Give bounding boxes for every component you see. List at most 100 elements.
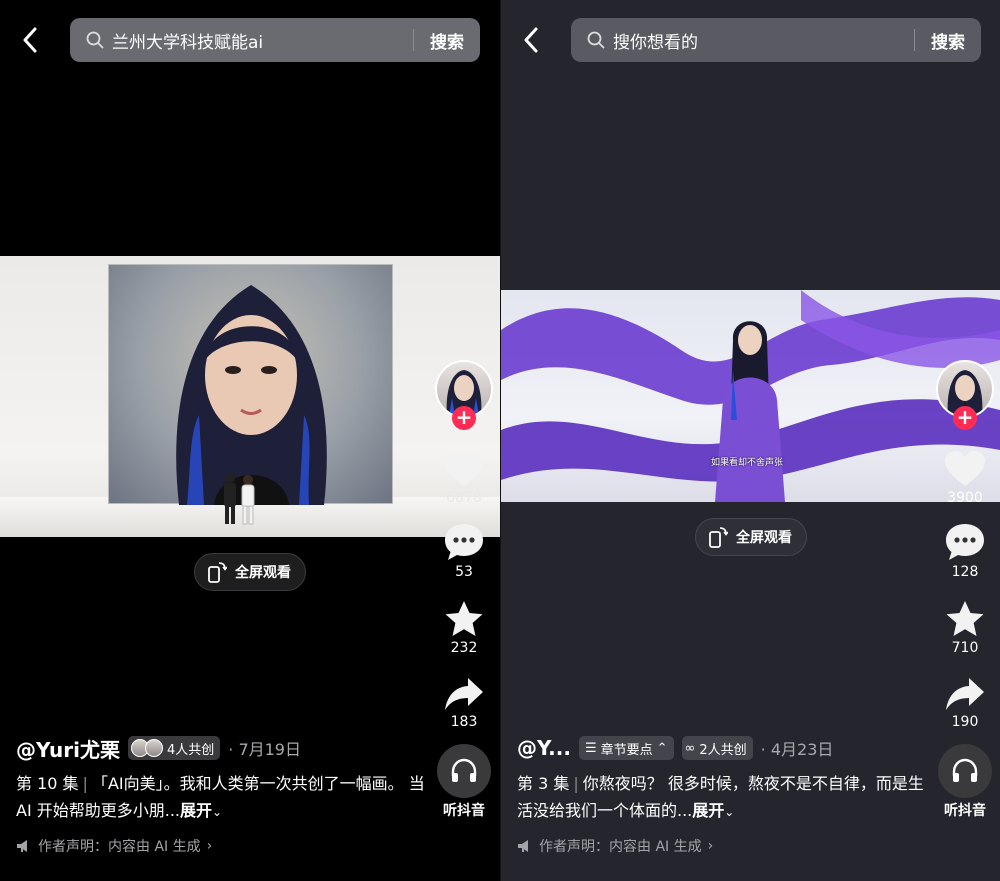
rotate-screen-icon (709, 527, 728, 548)
expand-link[interactable]: 展开 (180, 801, 212, 820)
video-subtitle: 如果看却不舍声张 (711, 458, 784, 468)
chevron-up-icon: ⌃ (656, 740, 668, 756)
search-placeholder[interactable]: 搜你想看的 (613, 28, 914, 53)
co-create-badge[interactable]: ∞ 2人共创 (681, 736, 753, 760)
listen-label: 听抖音 (944, 803, 986, 819)
declaration-text: 作者声明：内容由 AI 生成 (539, 839, 702, 855)
post-date: · 7月19日 (228, 740, 301, 759)
video-player[interactable] (0, 256, 500, 537)
author-name[interactable]: @Yuri尤栗 (16, 734, 120, 763)
listen-circle[interactable] (437, 744, 491, 798)
chevron-down-icon: ⌄ (724, 805, 735, 819)
search-bar[interactable]: 兰州大学科技赋能ai 搜索 (70, 18, 480, 62)
share-arrow-icon (445, 678, 483, 710)
creator-avatar[interactable]: + (435, 360, 493, 430)
visitors-illustration (224, 473, 255, 525)
like-count: 3900 (947, 490, 983, 506)
expand-link[interactable]: 展开 (692, 801, 724, 820)
listen-button[interactable]: 听抖音 (938, 744, 992, 820)
author-row: @Yuri尤栗 4人共创 · 7月19日 (16, 734, 436, 762)
co-creator-avatar (144, 739, 163, 757)
favorite-count: 232 (450, 640, 478, 656)
author-declaration[interactable]: 作者声明：内容由 AI 生成 › (517, 836, 937, 856)
comment-icon (946, 524, 984, 560)
back-button[interactable] (16, 24, 44, 56)
episode-label: 第 3 集 (517, 774, 570, 793)
comment-button[interactable]: 53 (443, 522, 485, 580)
search-button[interactable]: 搜索 (414, 28, 480, 53)
chapter-label: 章节要点 (600, 742, 653, 758)
fullscreen-button[interactable]: 全屏观看 (695, 518, 807, 556)
co-create-badge[interactable]: 4人共创 (127, 736, 221, 760)
author-name[interactable]: @Y... (517, 736, 571, 760)
heart-icon (444, 451, 484, 486)
like-button[interactable]: 6878 (443, 450, 485, 506)
share-count: 190 (951, 714, 979, 730)
listen-button[interactable]: 听抖音 (437, 744, 491, 820)
share-button[interactable]: 190 (945, 676, 985, 730)
co-create-label: 2人共创 (699, 742, 747, 758)
chapter-badge[interactable]: ☰ 章节要点 ⌃ (578, 736, 674, 760)
episode-separator: | (82, 774, 88, 793)
video-info: @Y... ☰ 章节要点 ⌃ ∞ 2人共创 · 4月23日 第 3 集 | 你熬夜吗… (517, 734, 937, 856)
like-button[interactable]: 3900 (944, 450, 986, 506)
search-icon (587, 30, 607, 50)
search-bar[interactable]: 搜你想看的 搜索 (571, 18, 981, 62)
share-count: 183 (450, 714, 478, 730)
author-declaration[interactable]: 作者声明：内容由 AI 生成 › (16, 836, 436, 856)
fullscreen-label: 全屏观看 (235, 565, 291, 581)
megaphone-icon (518, 840, 528, 852)
back-button[interactable] (517, 24, 545, 56)
list-icon: ☰ (584, 740, 597, 756)
follow-button[interactable]: + (452, 406, 476, 430)
favorite-button[interactable]: 232 (444, 600, 484, 656)
co-create-label: 4人共创 (166, 742, 215, 758)
heart-icon (945, 451, 985, 486)
headphones-icon (952, 758, 978, 782)
chevron-left-icon (524, 27, 538, 53)
post-date: · 4月23日 (760, 740, 834, 759)
search-icon (86, 30, 106, 50)
comment-icon (445, 524, 483, 560)
author-row: @Y... ☰ 章节要点 ⌃ ∞ 2人共创 · 4月23日 (517, 734, 937, 762)
episode-separator: | (573, 774, 579, 793)
right-screen: 搜你想看的 搜索 如果看却不舍声张 全屏观看 + 3900 128 710 19… (501, 0, 1000, 881)
search-query[interactable]: 兰州大学科技赋能ai (112, 28, 413, 53)
chevron-down-icon: ⌄ (212, 805, 223, 819)
purple-ribbon-scene (501, 290, 1000, 502)
comment-button[interactable]: 128 (944, 522, 986, 580)
comment-count: 53 (455, 564, 473, 580)
favorite-button[interactable]: 710 (945, 600, 985, 656)
video-description[interactable]: 第 3 集 | 你熬夜吗？ 很多时候，熬夜不是不自律，而是生活没给我们一个体面的..… (517, 770, 937, 826)
listen-circle[interactable] (938, 744, 992, 798)
action-rail: + 6878 53 232 183 听抖音 (432, 360, 496, 820)
declaration-text: 作者声明：内容由 AI 生成 (38, 839, 201, 855)
listen-label: 听抖音 (443, 803, 485, 819)
star-icon (445, 601, 483, 636)
chevron-left-icon (23, 27, 37, 53)
rotate-screen-icon (208, 562, 227, 583)
video-player[interactable]: 如果看却不舍声张 (501, 290, 1000, 502)
link-icon: ∞ (684, 740, 696, 756)
share-button[interactable]: 183 (444, 676, 484, 730)
chevron-right-icon: › (707, 838, 714, 854)
headphones-icon (451, 758, 477, 782)
comment-count: 128 (951, 564, 979, 580)
megaphone-icon (17, 840, 27, 852)
creator-avatar[interactable]: + (936, 360, 994, 430)
action-rail: + 3900 128 710 190 听抖音 (933, 360, 997, 820)
follow-button[interactable]: + (953, 406, 977, 430)
fullscreen-label: 全屏观看 (736, 530, 792, 546)
episode-label: 第 10 集 (16, 774, 79, 793)
video-info: @Yuri尤栗 4人共创 · 7月19日 第 10 集 | 「AI向美」。我和人类第… (16, 734, 436, 856)
star-icon (946, 601, 984, 636)
favorite-count: 710 (951, 640, 979, 656)
like-count: 6878 (446, 490, 482, 506)
chevron-right-icon: › (206, 838, 213, 854)
left-screen: 兰州大学科技赋能ai 搜索 全屏观看 + 6878 53 232 183 听抖音… (0, 0, 500, 881)
video-description[interactable]: 第 10 集 | 「AI向美」。我和人类第一次共创了一幅画。 当 AI 开始帮助更多… (16, 770, 436, 826)
share-arrow-icon (946, 678, 984, 710)
search-button[interactable]: 搜索 (915, 28, 981, 53)
screens-container: 兰州大学科技赋能ai 搜索 全屏观看 + 6878 53 232 183 听抖音… (0, 0, 1000, 881)
fullscreen-button[interactable]: 全屏观看 (194, 553, 306, 591)
